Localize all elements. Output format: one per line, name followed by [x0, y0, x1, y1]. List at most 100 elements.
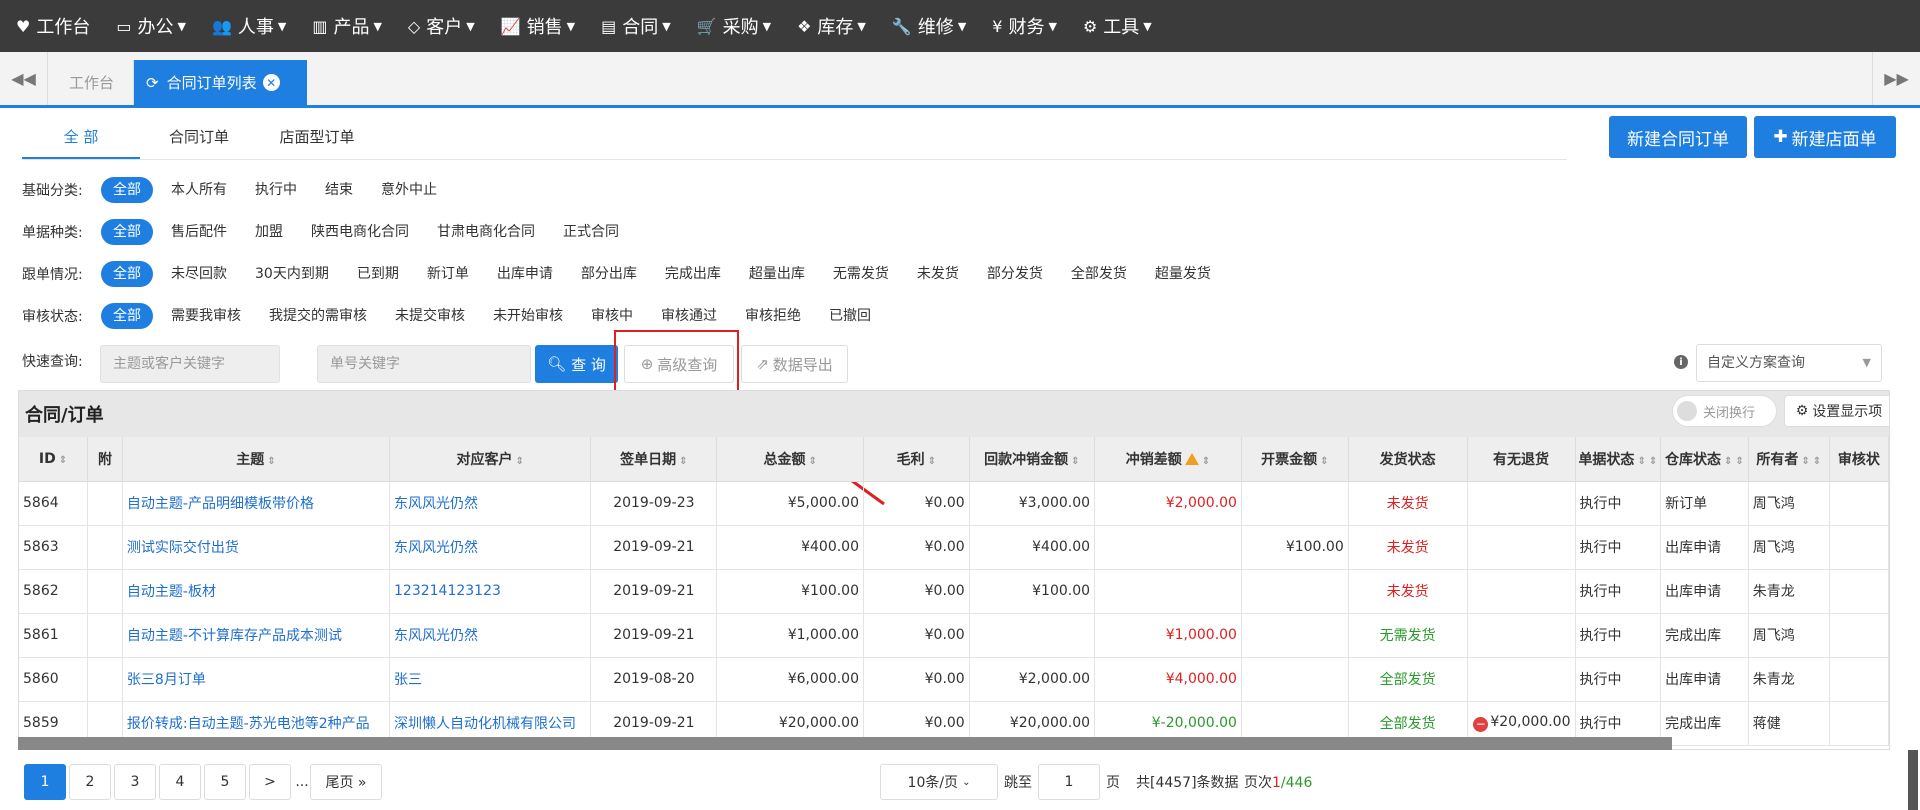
filter-chip[interactable]: 已撤回: [819, 303, 881, 329]
display-settings-button[interactable]: ⚙ 设置显示项: [1784, 395, 1889, 427]
nav-item-5[interactable]: 📈 销售 ▼: [501, 13, 575, 39]
column-header[interactable]: 审核状: [1829, 437, 1889, 482]
nav-item-7[interactable]: 🛒 采购 ▼: [697, 13, 771, 39]
number-search-input[interactable]: 单号关键字: [317, 345, 531, 383]
column-header[interactable]: 总金额 ⇕: [716, 437, 864, 482]
column-header[interactable]: 所有者 ⇕ ⇕: [1748, 437, 1830, 482]
tab-contract-order-list[interactable]: ⟳ 合同订单列表 ✕: [134, 60, 307, 105]
sort-icon[interactable]: ⇕: [1320, 456, 1328, 467]
subtab-contract-orders[interactable]: 合同订单: [140, 118, 258, 159]
last-page-button[interactable]: 尾页 »: [310, 764, 382, 800]
filter-chip[interactable]: 全部: [101, 261, 153, 287]
filter-chip[interactable]: 我提交的需审核: [259, 303, 377, 329]
filter-chip[interactable]: 未发货: [907, 261, 969, 287]
nav-item-3[interactable]: ▥ 产品 ▼: [312, 13, 382, 39]
nav-item-11[interactable]: ⚙ 工具 ▼: [1083, 13, 1152, 39]
customer-link[interactable]: 张三: [389, 657, 592, 702]
filter-chip[interactable]: 出库申请: [487, 261, 563, 287]
nav-item-1[interactable]: ▭ 办公 ▼: [116, 13, 186, 39]
per-page-select[interactable]: 10条/页 ⌄: [880, 764, 998, 800]
page-button[interactable]: 1: [24, 764, 66, 800]
column-header[interactable]: 签单日期 ⇕: [590, 437, 718, 482]
subject-link[interactable]: 自动主题-板材: [122, 569, 391, 614]
filter-chip[interactable]: 全部: [101, 303, 153, 329]
filter-chip[interactable]: 未提交审核: [385, 303, 475, 329]
new-contract-order-button[interactable]: 新建合同订单: [1609, 116, 1747, 158]
filter-chip[interactable]: 30天内到期: [245, 261, 339, 287]
tab-workbench[interactable]: 工作台: [50, 60, 134, 105]
column-header[interactable]: 开票金额 ⇕: [1241, 437, 1349, 482]
wrap-toggle[interactable]: 关闭换行: [1672, 395, 1777, 427]
sort-icon[interactable]: ⇕: [267, 456, 275, 467]
page-button[interactable]: 4: [159, 764, 201, 800]
sort-icon[interactable]: ⇕: [59, 455, 67, 466]
filter-chip[interactable]: 本人所有: [161, 177, 237, 203]
sort-icon[interactable]: ⇕: [1649, 456, 1657, 467]
nav-item-10[interactable]: ¥ 财务 ▼: [992, 13, 1057, 39]
filter-chip[interactable]: 全部: [101, 219, 153, 245]
column-header[interactable]: ID ⇕: [19, 437, 89, 482]
filter-chip[interactable]: 审核中: [581, 303, 643, 329]
sort-icon[interactable]: ⇕: [1637, 456, 1645, 467]
column-header[interactable]: 回款冲销金额 ⇕: [969, 437, 1096, 482]
filter-chip[interactable]: 已到期: [347, 261, 409, 287]
filter-chip[interactable]: 部分发货: [977, 261, 1053, 287]
filter-chip[interactable]: 需要我审核: [161, 303, 251, 329]
sort-icon[interactable]: ⇕: [1202, 456, 1210, 467]
subject-search-input[interactable]: 主题或客户关键字: [100, 345, 280, 383]
filter-chip[interactable]: 全部: [101, 177, 153, 203]
customer-link[interactable]: 东风风光仍然: [389, 613, 592, 658]
query-button[interactable]: 🔍︎ 查 询: [535, 345, 618, 383]
nav-item-4[interactable]: ◇ 客户 ▼: [408, 13, 475, 39]
column-header[interactable]: 附: [87, 437, 123, 482]
subtab-store-orders[interactable]: 店面型订单: [258, 118, 376, 159]
filter-chip[interactable]: 陕西电商化合同: [301, 219, 419, 245]
nav-item-9[interactable]: 🔧 维修 ▼: [892, 13, 966, 39]
filter-chip[interactable]: 加盟: [245, 219, 293, 245]
nav-item-6[interactable]: ▤ 合同 ▼: [601, 13, 671, 39]
customer-link[interactable]: 东风风光仍然: [389, 481, 592, 526]
nav-item-8[interactable]: ❖ 库存 ▼: [797, 13, 866, 39]
customer-link[interactable]: 123214123123: [389, 569, 592, 614]
jump-page-input[interactable]: 1: [1038, 764, 1100, 800]
subject-link[interactable]: 测试实际交付出货: [122, 525, 391, 570]
tabs-scroll-right-icon[interactable]: ▶▶: [1872, 52, 1920, 105]
filter-chip[interactable]: 新订单: [417, 261, 479, 287]
filter-chip[interactable]: 无需发货: [823, 261, 899, 287]
sort-icon[interactable]: ⇕: [516, 456, 524, 467]
column-header[interactable]: 毛利 ⇕: [863, 437, 970, 482]
column-header[interactable]: 单据状态 ⇕ ⇕: [1575, 437, 1662, 482]
filter-chip[interactable]: 结束: [315, 177, 363, 203]
custom-scheme-select[interactable]: 自定义方案查询 ▼: [1696, 344, 1882, 382]
sort-icon[interactable]: ⇕: [1724, 456, 1732, 467]
sort-icon[interactable]: ⇕: [1071, 456, 1079, 467]
column-header[interactable]: 发货状态: [1348, 437, 1468, 482]
column-header[interactable]: 冲销差额 ⇕: [1094, 437, 1242, 482]
filter-chip[interactable]: 全部发货: [1061, 261, 1137, 287]
page-button[interactable]: 2: [69, 764, 111, 800]
export-data-button[interactable]: ⇗ 数据导出: [741, 345, 848, 383]
nav-item-2[interactable]: 👥 人事 ▼: [212, 13, 286, 39]
subtab-all[interactable]: 全 部: [22, 118, 140, 159]
filter-chip[interactable]: 售后配件: [161, 219, 237, 245]
close-tab-icon[interactable]: ✕: [262, 74, 280, 91]
filter-chip[interactable]: 未尽回款: [161, 261, 237, 287]
filter-chip[interactable]: 正式合同: [553, 219, 629, 245]
filter-chip[interactable]: 超量发货: [1145, 261, 1221, 287]
sort-icon[interactable]: ⇕: [679, 456, 687, 467]
filter-chip[interactable]: 未开始审核: [483, 303, 573, 329]
sort-icon[interactable]: ⇕: [1735, 456, 1743, 467]
page-button[interactable]: >: [249, 764, 291, 800]
page-button[interactable]: 5: [204, 764, 246, 800]
column-header[interactable]: 有无退货: [1467, 437, 1576, 482]
vertical-scrollbar[interactable]: [1908, 750, 1918, 810]
filter-chip[interactable]: 执行中: [245, 177, 307, 203]
column-header[interactable]: 主题 ⇕: [122, 437, 391, 482]
filter-chip[interactable]: 审核拒绝: [735, 303, 811, 329]
refresh-icon[interactable]: ⟳: [146, 74, 159, 92]
customer-link[interactable]: 东风风光仍然: [389, 525, 592, 570]
filter-chip[interactable]: 部分出库: [571, 261, 647, 287]
filter-chip[interactable]: 审核通过: [651, 303, 727, 329]
horizontal-scrollbar[interactable]: [18, 737, 1672, 750]
sort-icon[interactable]: ⇕: [928, 456, 936, 467]
